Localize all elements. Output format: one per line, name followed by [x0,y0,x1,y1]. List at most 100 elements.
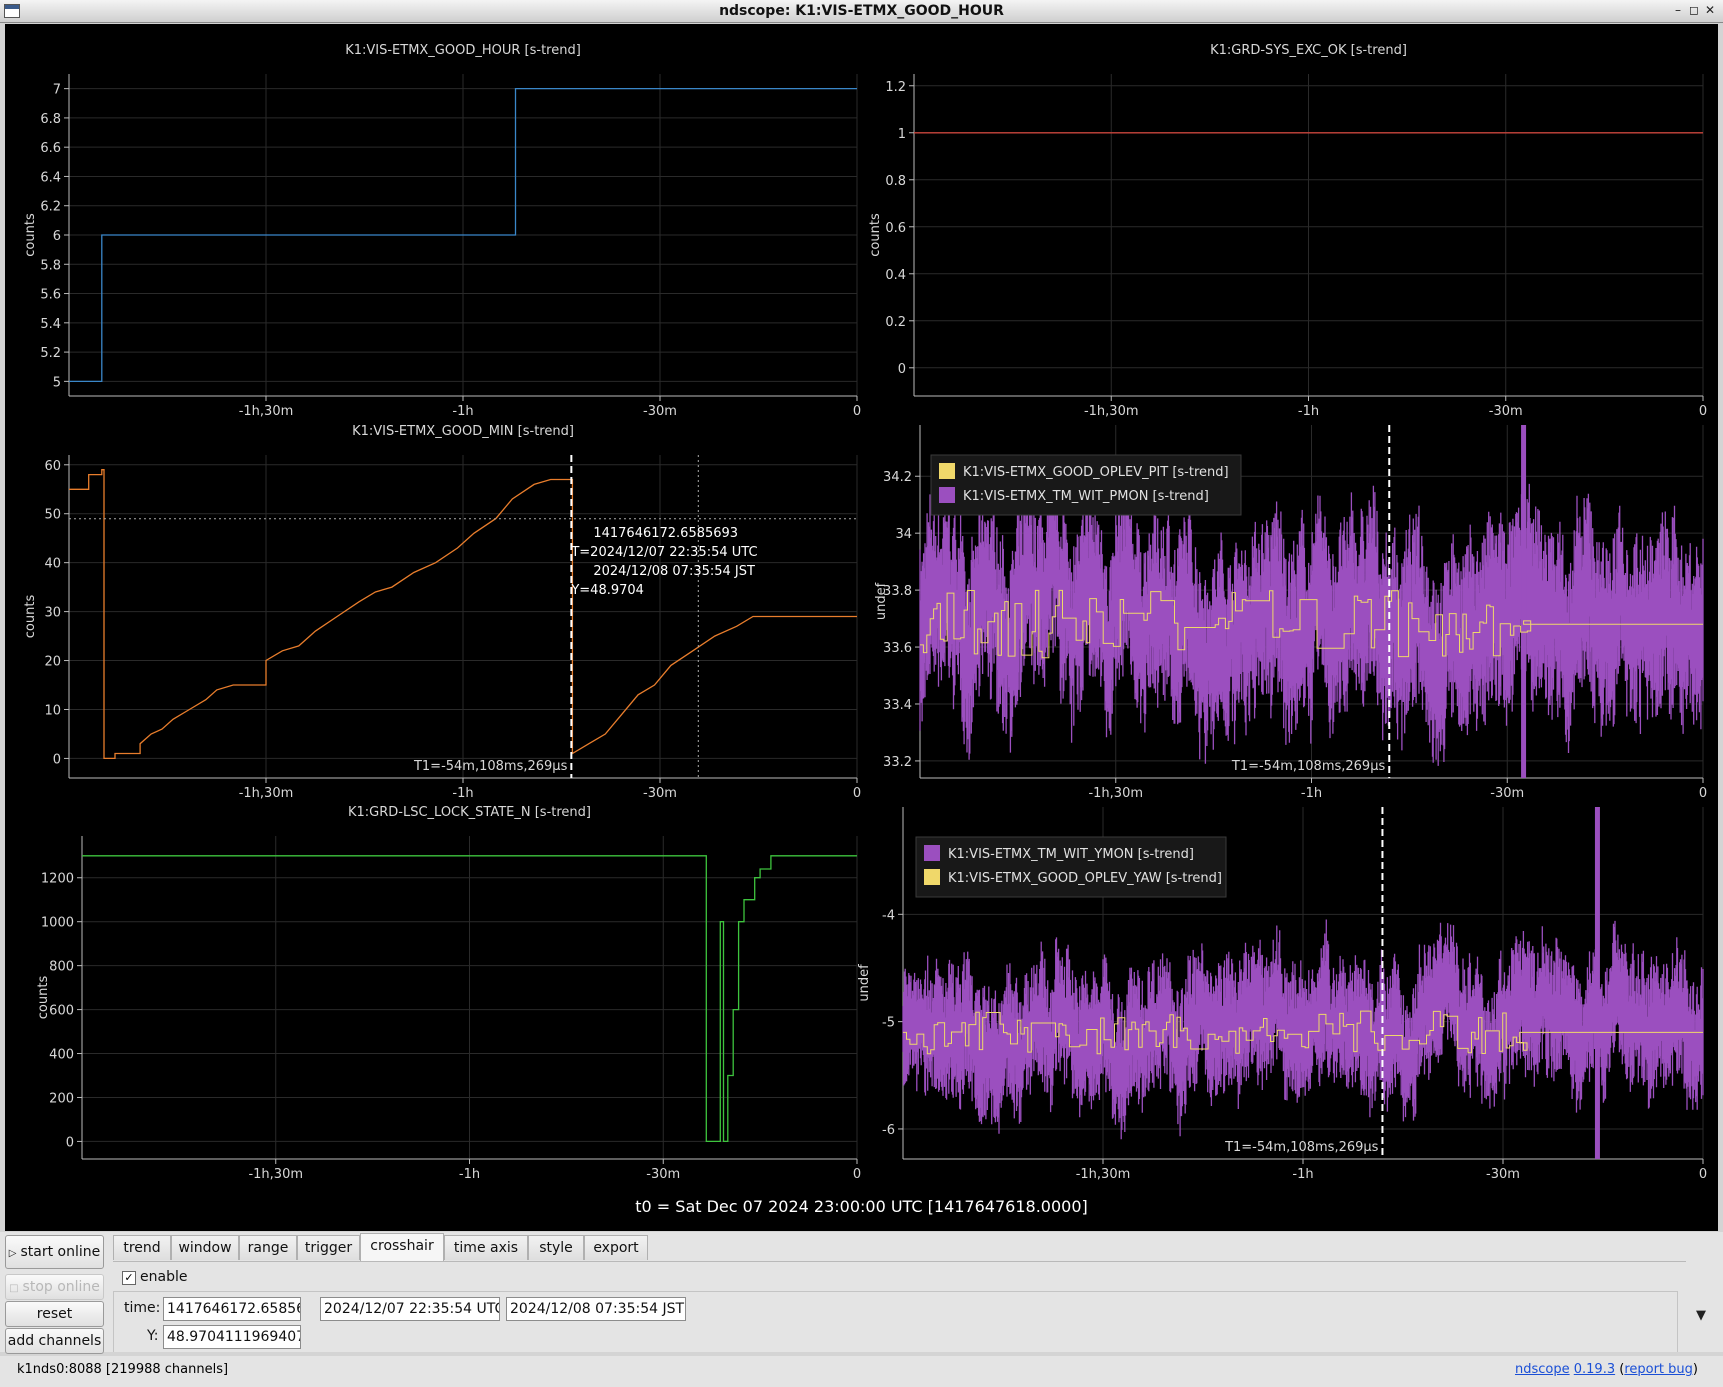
y-tick-label: 7 [53,83,61,98]
plot-p5: K1:GRD-LSC_LOCK_STATE_N [s-trend]counts-… [36,805,861,1182]
y-label: Y: [147,1328,159,1344]
plot-area[interactable]: K1:VIS-ETMX_GOOD_HOUR [s-trend] counts -1h… [5,24,1718,1231]
y-axis-label: undef [857,964,872,1002]
legend-swatch [939,487,955,503]
y-tick-label: 5.6 [40,288,61,303]
x-tick-label: 0 [853,404,861,419]
maximize-icon[interactable]: ◻ [1686,2,1702,18]
y-tick-label: 34.2 [883,470,912,485]
legend-swatch [939,463,955,479]
legend-box [915,836,1227,898]
tab-window[interactable]: window [171,1235,239,1260]
y-tick-label: 60 [44,459,61,474]
y-tick-label: 33.8 [883,584,912,599]
y-tick-label: 50 [44,508,61,523]
plot-title: K1:GRD-SYS_EXC_OK [s-trend] [1210,43,1407,58]
version-link[interactable]: 0.19.3 [1574,1362,1615,1377]
chevron-down-icon[interactable]: ▼ [1696,1308,1706,1323]
crosshair-gps: 1417646172.6585693 [593,526,738,541]
tab-time-axis[interactable]: time axis [444,1235,528,1260]
x-tick-label: -30m [643,404,677,419]
time-label: time: [124,1300,161,1316]
y-tick-label: 0.8 [885,174,906,189]
x-tick-label: -1h [1301,786,1322,801]
x-tick-label: -1h [452,786,473,801]
window-title: ndscope: K1:VIS-ETMX_GOOD_HOUR [719,3,1004,19]
y-tick-label: 33.6 [883,641,912,656]
legend-swatch [924,845,940,861]
y-axis-label: counts [868,213,883,257]
x-tick-label: -1h,30m [1088,786,1143,801]
legend-box [930,454,1242,516]
y-tick-label: 1200 [41,872,74,887]
x-tick-label: -30m [1486,1167,1520,1182]
plot-p3: K1:VIS-ETMX_GOOD_MIN [s-trend] counts -1h,… [23,424,861,801]
version-info: ndscope 0.19.3 (report bug) [1514,1362,1698,1377]
tab-crosshair[interactable]: crosshair [360,1233,444,1261]
crosshair-jst: 2024/12/08 07:35:54 JST [593,564,755,579]
stop-online-button[interactable]: □ stop online [5,1274,104,1300]
x-tick-label: -1h [1298,404,1319,419]
crosshair-panel: ✓ enable time: 1417646172.6585693 2024/1… [113,1261,1686,1352]
stop-online-label: stop online [22,1279,100,1295]
y-tick-label: 0.4 [885,268,906,283]
y-tick-label: 6.8 [40,112,61,127]
tab-export[interactable]: export [584,1235,648,1260]
tab-style[interactable]: style [528,1235,584,1260]
y-axis-label: counts [23,595,38,639]
crosshair-utc: T=2024/12/07 22:35:54 UTC [570,545,757,560]
cursor-t1-label: T1=-54m,108ms,269µs [1224,1140,1379,1155]
reset-button[interactable]: reset [5,1301,104,1327]
x-tick-label: 0 [853,786,861,801]
y-tick-label: 6.6 [40,141,61,156]
time-gps-field[interactable]: 1417646172.6585693 [163,1297,301,1321]
play-icon: ▷ [8,1248,17,1259]
legend-label: K1:VIS-ETMX_GOOD_OPLEV_PIT [s-trend] [963,465,1229,480]
time-jst-field[interactable]: 2024/12/08 07:35:54 JST [506,1297,686,1321]
y-tick-label: 5.2 [40,346,61,361]
server-status: k1nds0:8088 [219988 channels] [17,1362,229,1377]
x-tick-label: -1h [452,404,473,419]
start-online-label: start online [20,1244,101,1260]
x-tick-label: 0 [1699,1167,1707,1182]
x-tick-label: 0 [1699,786,1707,801]
x-tick-label: -30m [1490,786,1524,801]
y-value-field[interactable]: 48.970411196940724 [163,1325,301,1349]
t0-label: t0 = Sat Dec 07 2024 23:00:00 UTC [14176… [635,1197,1088,1216]
y-tick-label: 0 [898,362,906,377]
cursor-t1-label: T1=-54m,108ms,269µs [413,759,568,774]
y-tick-label: 0 [66,1135,74,1150]
y-tick-label: 6 [53,229,61,244]
x-tick-label: -1h,30m [239,404,294,419]
y-tick-label: 33.4 [883,698,912,713]
plot-title: K1:VIS-ETMX_GOOD_HOUR [s-trend] [345,43,581,58]
ndscope-link[interactable]: ndscope [1515,1362,1570,1377]
start-online-button[interactable]: ▷ start online [5,1235,104,1269]
plot-p1: K1:VIS-ETMX_GOOD_HOUR [s-trend] counts -1h… [23,43,861,419]
x-tick-label: -1h,30m [239,786,294,801]
plots-canvas[interactable]: K1:VIS-ETMX_GOOD_HOUR [s-trend] counts -1h… [5,24,1718,1231]
minimize-icon[interactable]: – [1670,2,1686,18]
x-tick-label: -1h,30m [1076,1167,1131,1182]
legend-label: K1:VIS-ETMX_TM_WIT_YMON [s-trend] [948,847,1194,862]
x-tick-label: 0 [853,1167,861,1182]
y-tick-label: 5.8 [40,258,61,273]
close-icon[interactable]: ✕ [1702,2,1718,18]
y-tick-label: 1.2 [885,80,906,95]
y-tick-label: 10 [44,703,61,718]
y-tick-label: 400 [49,1048,74,1063]
tab-trigger[interactable]: trigger [297,1235,360,1260]
y-tick-label: 200 [49,1091,74,1106]
enable-checkbox[interactable]: ✓ [122,1271,136,1285]
window-titlebar: ndscope: K1:VIS-ETMX_GOOD_HOUR – ◻ ✕ [0,0,1723,23]
tab-trend[interactable]: trend [113,1235,171,1260]
report-bug-link[interactable]: report bug [1624,1362,1693,1377]
time-utc-field[interactable]: 2024/12/07 22:35:54 UTC [320,1297,500,1321]
add-channels-button[interactable]: add channels [5,1328,104,1354]
plot-p6: undef -1h,30m -1h -30m 0 -4 -5 -6 T1=-54m,108ms,… [857,807,1707,1182]
y-tick-label: 34 [895,527,912,542]
tab-range[interactable]: range [239,1235,297,1260]
legend-label: K1:VIS-ETMX_TM_WIT_PMON [s-trend] [963,489,1209,504]
y-tick-label: 0.6 [885,221,906,236]
plot-p4: undef-1h,30m -1h -30m 034.23433.833.633.433… [874,425,1707,801]
